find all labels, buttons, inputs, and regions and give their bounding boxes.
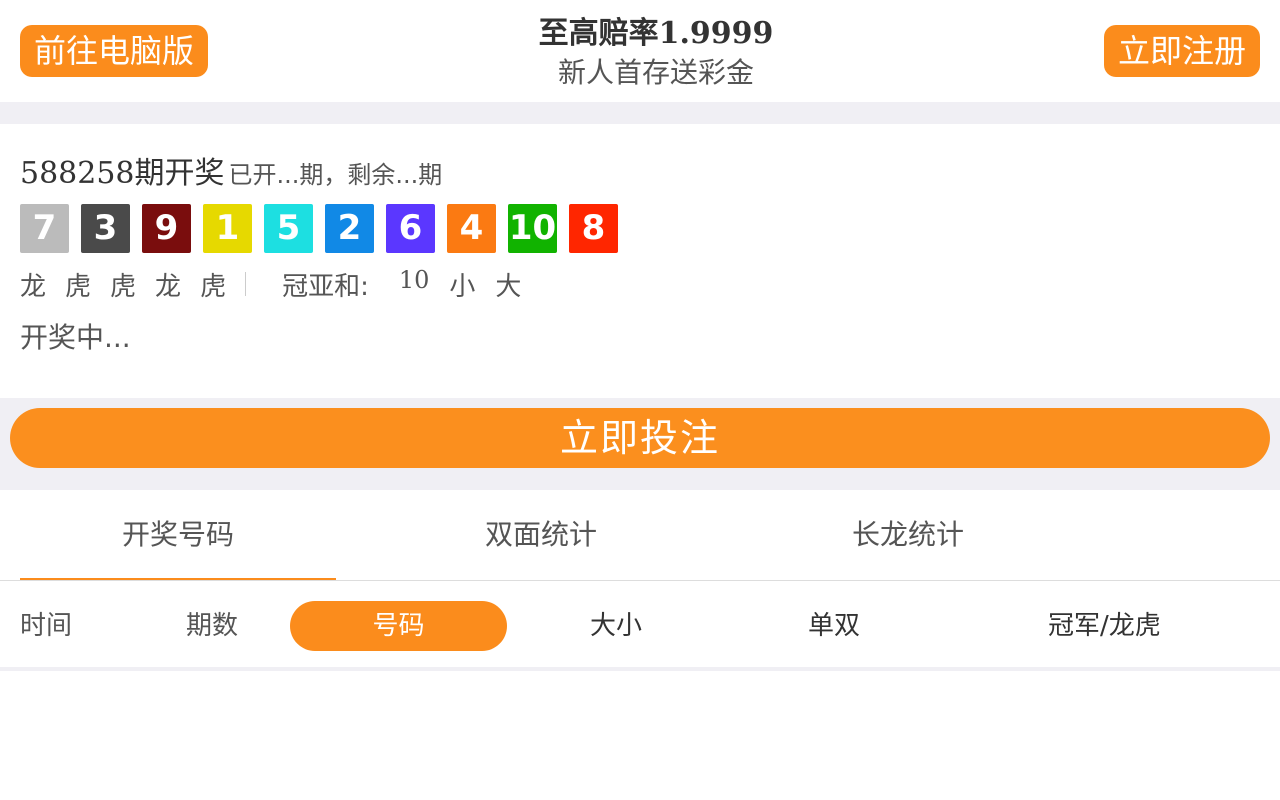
- filter-number[interactable]: 号码: [290, 601, 507, 651]
- issue-remaining: 已开...期，剩余...期: [228, 161, 443, 189]
- result-ball-1: 7: [20, 204, 69, 253]
- filter-size[interactable]: 大小: [590, 601, 642, 651]
- dragon-tiger-2: 虎: [65, 271, 92, 302]
- issue-line: 588258期开奖 已开...期，剩余...期: [20, 148, 443, 191]
- guanyahe-label: 冠亚和:: [282, 271, 369, 302]
- issue-label: 期开奖: [134, 156, 225, 191]
- result-ball-8: 4: [447, 204, 496, 253]
- place-bet-button[interactable]: 立即投注: [10, 408, 1270, 468]
- desktop-version-button[interactable]: 前往电脑版: [20, 25, 208, 77]
- dragon-tiger-3: 虎: [110, 271, 137, 302]
- filter-issue[interactable]: 期数: [186, 601, 238, 651]
- result-ball-10: 8: [569, 204, 618, 253]
- filter-oddeven[interactable]: 单双: [808, 601, 860, 651]
- column-filter-bar: 时间 期数 号码 大小 单双 冠军/龙虎: [0, 581, 1280, 671]
- result-ball-4: 1: [203, 204, 252, 253]
- guanyahe-value: 10: [398, 266, 430, 294]
- stats-tabs: 开奖号码 双面统计 长龙统计: [0, 490, 1280, 581]
- promo-banner: 至高赔率1.9999 新人首存送彩金: [400, 14, 912, 92]
- guanyahe-size: 小: [449, 271, 476, 302]
- result-balls: 7 3 9 1 5 2 6 4 10 8: [20, 204, 630, 253]
- result-ball-3: 9: [142, 204, 191, 253]
- tab-draw-numbers[interactable]: 开奖号码: [20, 490, 336, 580]
- divider: [245, 272, 247, 296]
- result-ball-7: 6: [386, 204, 435, 253]
- promo-odds: 1.9999: [658, 16, 774, 51]
- draw-result-panel: 588258期开奖 已开...期，剩余...期 7 3 9 1 5 2 6 4 10 8 龙 虎 虎…: [0, 124, 1280, 398]
- tab-long-dragon-stats[interactable]: 长龙统计: [750, 490, 1066, 580]
- guanyahe-oddeven: 大: [495, 271, 522, 302]
- dragon-tiger-5: 虎: [200, 271, 227, 302]
- dragon-tiger-4: 龙: [155, 271, 182, 302]
- dragon-tiger-1: 龙: [20, 271, 47, 302]
- tab-two-sided-stats[interactable]: 双面统计: [383, 490, 699, 580]
- result-ball-5: 5: [264, 204, 313, 253]
- promo-title: 至高赔率1.9999: [400, 14, 912, 54]
- result-ball-2: 3: [81, 204, 130, 253]
- dragon-tiger-line: 龙 虎 虎 龙 虎 冠亚和: 10 小 大: [20, 266, 541, 302]
- result-ball-6: 2: [325, 204, 374, 253]
- draw-status: 开奖中...: [20, 321, 131, 354]
- filter-time[interactable]: 时间: [20, 601, 72, 651]
- promo-subtitle: 新人首存送彩金: [557, 56, 754, 89]
- filter-champion-dragon-tiger[interactable]: 冠军/龙虎: [1048, 601, 1161, 651]
- section-divider: [0, 102, 1280, 124]
- promo-title-prefix: 至高赔率: [538, 16, 659, 51]
- issue-number: 588258: [20, 156, 135, 191]
- register-button[interactable]: 立即注册: [1104, 25, 1260, 77]
- top-header: 前往电脑版 至高赔率1.9999 新人首存送彩金 立即注册: [0, 0, 1280, 102]
- result-ball-9: 10: [508, 204, 557, 253]
